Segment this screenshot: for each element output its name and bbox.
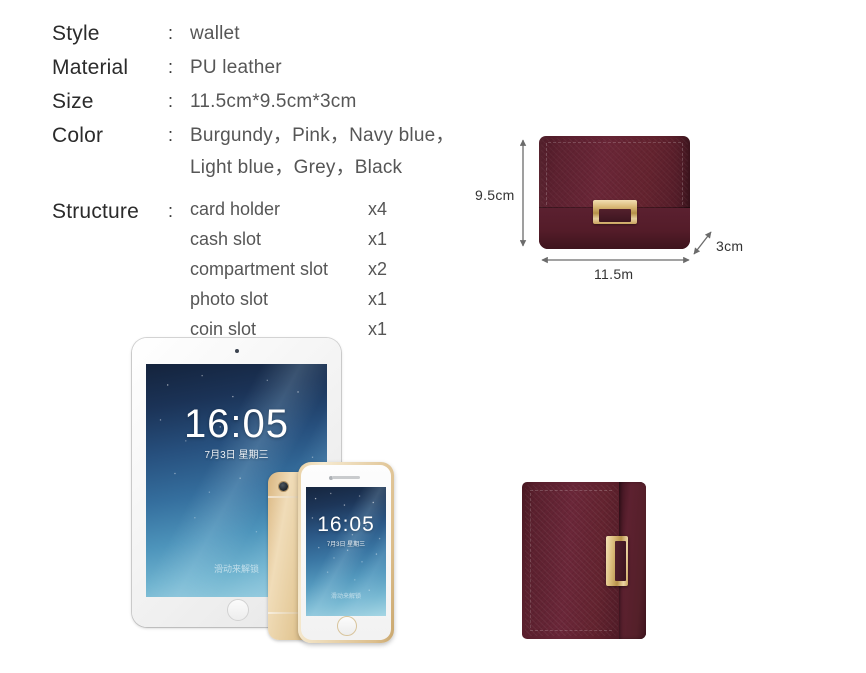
tablet-lockscreen-date: 7月3日 星期三 xyxy=(204,450,269,461)
depth-arrow xyxy=(693,231,712,255)
height-dimension-label: 9.5cm xyxy=(475,187,515,203)
tablet-lockscreen-time: 16:05 xyxy=(183,402,290,446)
spec-value-line: Burgundy，Pink，Navy blue， xyxy=(190,125,455,146)
spec-row-color: Color : Burgundy，Pink，Navy blue， Light b… xyxy=(52,122,512,181)
structure-item-qty: x1 xyxy=(368,319,388,339)
spec-label-material: Material xyxy=(52,56,129,79)
structure-item-qty: x2 xyxy=(368,259,388,279)
spec-row-size: Size : 11.5cm*9.5cm*3cm xyxy=(52,88,512,115)
spec-value-line: Light blue，Grey，Black xyxy=(190,157,403,178)
wallet-clasp-inset xyxy=(615,540,626,581)
spec-value-line: wallet xyxy=(190,23,240,44)
structure-item-name: cash slot xyxy=(190,229,262,249)
phone-front-face: 16:05 7月3日 星期三 滑动来解锁 xyxy=(301,465,391,640)
spec-colon: : xyxy=(168,91,174,111)
spec-colon: : xyxy=(168,23,174,43)
spec-label-structure: Structure xyxy=(52,200,139,223)
depth-dimension-label: 3cm xyxy=(716,238,744,254)
structure-item: compartment slot x2 xyxy=(190,258,387,280)
structure-item-qty: x4 xyxy=(368,199,388,219)
wallet-stitching-top xyxy=(530,490,612,491)
phone-rear-camera-icon xyxy=(279,482,288,491)
structure-item-name: coin slot xyxy=(190,319,257,339)
wallet-gold-clasp xyxy=(606,535,628,586)
tablet-camera-icon xyxy=(234,349,239,353)
tablet-home-button-icon xyxy=(226,599,249,621)
phone-screen: 16:05 7月3日 星期三 滑动来解锁 xyxy=(306,487,386,616)
wallet-dimension-diagram: 9.5cm 11.5m 3cm xyxy=(466,128,786,303)
spec-colon: : xyxy=(168,125,174,145)
spec-colon: : xyxy=(168,57,174,77)
structure-list: card holder x4 cash slot x1 compartment … xyxy=(190,198,387,348)
spec-colon: : xyxy=(168,201,174,221)
structure-item: coin slot x1 xyxy=(190,318,387,340)
phone-home-button-icon xyxy=(337,616,357,636)
phone-earpiece-icon xyxy=(332,476,360,479)
spec-value-color: Burgundy，Pink，Navy blue， Light blue，Grey… xyxy=(190,122,455,181)
phone-slide-to-unlock-hint: 滑动来解锁 xyxy=(330,594,361,600)
wallet-stitching-bottom xyxy=(530,630,612,631)
structure-item-name: photo slot xyxy=(190,289,269,309)
spec-label-color: Color xyxy=(52,124,104,147)
structure-item: photo slot x1 xyxy=(190,288,387,310)
size-comparison-devices: 16:05 7月3日 星期三 滑动来解锁 16:05 7月3日 星期三 滑动来解… xyxy=(132,338,394,643)
spec-label-size: Size xyxy=(52,90,94,113)
phone-front-device-image: 16:05 7月3日 星期三 滑动来解锁 xyxy=(298,462,394,643)
phone-lockscreen-date: 7月3日 星期三 xyxy=(326,542,366,548)
spec-label-style: Style xyxy=(52,22,100,45)
wallet-leather-grain xyxy=(525,485,618,636)
spec-row-structure: Structure : card holder x4 cash slot x1 … xyxy=(52,198,512,348)
spec-row-style: Style : wallet xyxy=(52,20,512,47)
spec-value-size: 11.5cm*9.5cm*3cm xyxy=(190,88,357,115)
phone-lockscreen-time: 16:05 xyxy=(317,513,375,536)
structure-item-qty: x1 xyxy=(368,229,388,249)
spec-value-line: PU leather xyxy=(190,57,282,78)
structure-item: cash slot x1 xyxy=(190,228,387,250)
width-dimension-label: 11.5m xyxy=(594,266,634,282)
structure-item-qty: x1 xyxy=(368,289,388,309)
wallet-body xyxy=(522,482,646,639)
wallet-closed-view-image xyxy=(522,482,646,639)
spec-row-material: Material : PU leather xyxy=(52,54,512,81)
spec-value-style: wallet xyxy=(190,20,240,47)
spec-value-line: 11.5cm*9.5cm*3cm xyxy=(190,91,357,112)
product-spec-table: Style : wallet Material : PU leather Siz… xyxy=(52,20,512,355)
structure-item-name: card holder xyxy=(190,199,281,219)
structure-item: card holder x4 xyxy=(190,198,387,220)
spec-value-material: PU leather xyxy=(190,54,282,81)
structure-item-name: compartment slot xyxy=(190,259,329,279)
wallet-stitching-left xyxy=(530,493,531,628)
